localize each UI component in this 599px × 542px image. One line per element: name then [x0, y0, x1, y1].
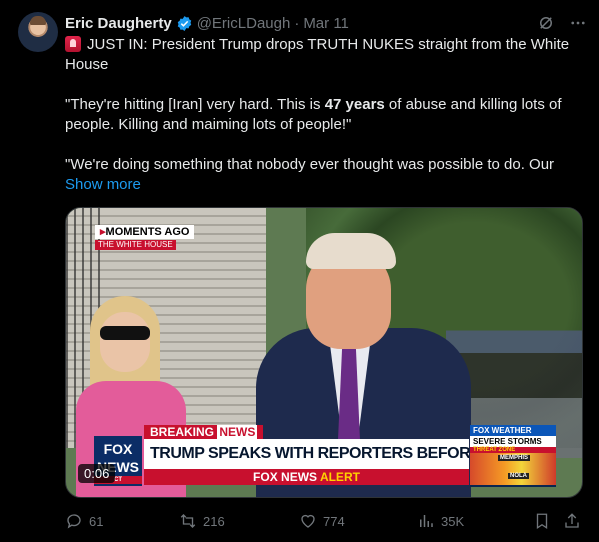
reply-icon	[67, 514, 81, 529]
tweet-quote-1: "They're hitting [Iran] very hard. This …	[65, 96, 566, 133]
fox-news-alert-bar: FOX NEWS ALERT	[144, 469, 469, 485]
tweet-text: JUST IN: President Trump drops TRUTH NUK…	[65, 35, 585, 195]
weather-title: SEVERE STORMS	[470, 436, 556, 447]
chyron-headline: TRUMP SPEAKS WITH REPORTERS BEFORE DEPAR…	[144, 439, 469, 469]
share-button[interactable]	[563, 510, 581, 532]
weather-header: FOX WEATHER	[470, 425, 556, 436]
tweet-date[interactable]: Mar 11	[303, 15, 349, 32]
author-handle[interactable]: @EricLDaugh	[197, 15, 291, 32]
breaking-news-label: BREAKING NEWS	[144, 425, 264, 439]
like-button[interactable]: 774	[299, 510, 345, 532]
views-button[interactable]: 35K	[417, 510, 464, 532]
weather-widget: FOX WEATHER SEVERE STORMS THREAT ZONE ME…	[470, 425, 556, 487]
views-count: 35K	[441, 513, 465, 529]
share-icon	[565, 513, 579, 528]
grok-icon[interactable]	[537, 14, 555, 32]
more-options-icon[interactable]	[569, 14, 587, 32]
author-name[interactable]: Eric Daugherty	[65, 15, 172, 32]
separator-dot: ·	[294, 14, 300, 32]
tweet-header: Eric Daugherty @EricLDaugh · Mar 11	[65, 13, 587, 33]
moments-ago-label: ▸MOMENTS AGO	[95, 225, 195, 239]
repost-count: 216	[203, 513, 225, 529]
action-bar: 61 216 774 35K	[65, 510, 585, 532]
weather-city-1: MEMPHIS	[498, 455, 531, 461]
weather-city-2: NOLA	[508, 473, 529, 479]
video-time-badge: 0:06	[78, 464, 116, 483]
repost-icon	[180, 514, 196, 528]
siren-emoji-icon	[65, 36, 81, 52]
avatar[interactable]	[18, 12, 58, 52]
bold-emphasis: 47 years	[324, 96, 385, 113]
reply-count: 61	[89, 513, 104, 529]
views-chart-icon	[420, 515, 433, 527]
heart-icon	[301, 514, 315, 528]
bookmark-button[interactable]	[533, 510, 551, 532]
location-label: THE WHITE HOUSE	[95, 240, 176, 250]
like-count: 774	[323, 513, 345, 529]
repost-button[interactable]: 216	[179, 510, 225, 532]
tweet-line-1: JUST IN: President Trump drops TRUTH NUK…	[65, 36, 574, 73]
verified-badge-icon	[177, 15, 191, 31]
reply-button[interactable]: 61	[65, 510, 103, 532]
tweet-quote-2: "We're doing something that nobody ever …	[65, 156, 555, 173]
video-player[interactable]: ▸MOMENTS AGO THE WHITE HOUSE FOX NEWS CT …	[65, 207, 583, 498]
show-more-link[interactable]: Show more	[65, 175, 141, 195]
bookmark-icon	[536, 513, 548, 530]
weather-map: MEMPHIS NOLA	[470, 453, 556, 485]
